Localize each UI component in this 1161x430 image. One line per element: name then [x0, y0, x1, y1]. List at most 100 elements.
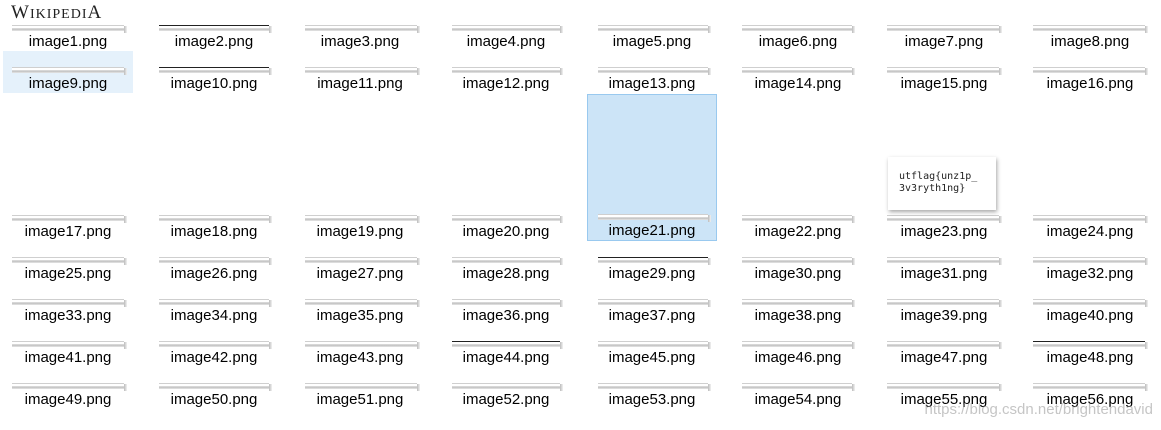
file-item[interactable]: image44.png: [441, 325, 571, 367]
file-name-label: image4.png: [466, 33, 546, 50]
image-strip: [452, 299, 563, 307]
file-item[interactable]: image54.png: [733, 367, 863, 409]
file-name-label: image28.png: [462, 265, 550, 282]
file-item[interactable]: image4.png: [441, 9, 571, 51]
image-strip: [887, 215, 1002, 223]
file-name-label: image1.png: [28, 33, 108, 50]
file-item[interactable]: image5.png: [587, 9, 717, 51]
file-thumbnail: [3, 367, 133, 391]
file-thumbnail: [295, 241, 425, 265]
file-item[interactable]: image32.png: [1025, 241, 1155, 283]
flag-text-line-2: 3v3ryth1ng}: [899, 183, 966, 194]
file-item[interactable]: image53.png: [587, 367, 717, 409]
file-item[interactable]: image12.png: [441, 51, 571, 93]
file-item[interactable]: image28.png: [441, 241, 571, 283]
file-thumbnail: [149, 9, 279, 33]
file-thumbnail: [1025, 131, 1155, 223]
image-strip: [12, 299, 127, 307]
image-strip: [305, 341, 420, 349]
file-thumbnail: [879, 241, 1009, 265]
file-item[interactable]: image47.png: [879, 325, 1009, 367]
file-item[interactable]: image22.png: [733, 131, 863, 241]
image-strip: [887, 299, 1002, 307]
file-item[interactable]: image41.png: [3, 325, 133, 367]
file-item[interactable]: image20.png: [441, 131, 571, 241]
file-thumbnail: [295, 367, 425, 391]
file-item[interactable]: image30.png: [733, 241, 863, 283]
file-item[interactable]: image6.png: [733, 9, 863, 51]
file-item[interactable]: image38.png: [733, 283, 863, 325]
file-item[interactable]: image31.png: [879, 241, 1009, 283]
file-item[interactable]: image51.png: [295, 367, 425, 409]
file-item[interactable]: image25.png: [3, 241, 133, 283]
file-name-label: image5.png: [612, 33, 692, 50]
file-item[interactable]: image19.png: [295, 131, 425, 241]
file-thumbnail: [733, 325, 863, 349]
file-item[interactable]: image40.png: [1025, 283, 1155, 325]
file-name-label: image15.png: [900, 75, 988, 92]
file-item[interactable]: image7.png: [879, 9, 1009, 51]
file-item[interactable]: image33.png: [3, 283, 133, 325]
file-item[interactable]: image52.png: [441, 367, 571, 409]
file-item[interactable]: image1.png: [3, 9, 133, 51]
image-strip: [1033, 341, 1148, 349]
file-item[interactable]: image10.png: [149, 51, 279, 93]
file-item[interactable]: image36.png: [441, 283, 571, 325]
file-item[interactable]: image45.png: [587, 325, 717, 367]
file-thumbnail: [149, 51, 279, 75]
file-item[interactable]: image3.png: [295, 9, 425, 51]
file-item[interactable]: image35.png: [295, 283, 425, 325]
image-strip: [1033, 257, 1148, 265]
file-item[interactable]: image26.png: [149, 241, 279, 283]
file-item[interactable]: image14.png: [733, 51, 863, 93]
file-name-label: image14.png: [754, 75, 842, 92]
file-item[interactable]: image29.png: [587, 241, 717, 283]
image-strip: [1033, 215, 1148, 223]
file-name-label: image26.png: [170, 265, 258, 282]
file-item[interactable]: image18.png: [149, 131, 279, 241]
file-name-label: image12.png: [462, 75, 550, 92]
file-item[interactable]: image34.png: [149, 283, 279, 325]
file-thumbnail: [588, 95, 716, 222]
image-strip: [742, 25, 855, 33]
file-thumbnail: [879, 325, 1009, 349]
file-item[interactable]: image21.png: [587, 94, 717, 241]
file-thumbnail: [1025, 325, 1155, 349]
file-item[interactable]: image39.png: [879, 283, 1009, 325]
file-name-label: image22.png: [754, 223, 842, 240]
file-item[interactable]: image15.png: [879, 51, 1009, 93]
file-item[interactable]: image24.png: [1025, 131, 1155, 241]
file-name-label: image11.png: [317, 75, 403, 92]
file-item[interactable]: image50.png: [149, 367, 279, 409]
file-thumbnail: [149, 367, 279, 391]
image-strip: [159, 383, 272, 391]
file-item[interactable]: image9.png: [3, 51, 133, 93]
file-item[interactable]: image37.png: [587, 283, 717, 325]
image-strip: [887, 257, 1002, 265]
file-thumbnail: [879, 367, 1009, 391]
image-strip: [598, 257, 711, 265]
file-item[interactable]: image49.png: [3, 367, 133, 409]
file-name-label: image44.png: [462, 349, 550, 366]
file-item[interactable]: image43.png: [295, 325, 425, 367]
file-item[interactable]: image42.png: [149, 325, 279, 367]
image-strip: [305, 299, 420, 307]
file-item[interactable]: image17.png: [3, 131, 133, 241]
file-name-label: image53.png: [608, 391, 696, 408]
image-strip: [305, 67, 420, 75]
file-item[interactable]: image13.png: [587, 51, 717, 93]
file-item[interactable]: image8.png: [1025, 9, 1155, 51]
file-name-label: image16.png: [1046, 75, 1134, 92]
file-item[interactable]: image16.png: [1025, 51, 1155, 93]
file-item[interactable]: image27.png: [295, 241, 425, 283]
file-item[interactable]: image11.png: [295, 51, 425, 93]
file-thumbnail: [441, 51, 571, 75]
image-strip: [159, 257, 272, 265]
file-thumbnail: [587, 283, 717, 307]
file-thumbnail: [3, 241, 133, 265]
image-strip: [742, 215, 855, 223]
file-item[interactable]: image46.png: [733, 325, 863, 367]
file-item[interactable]: image48.png: [1025, 325, 1155, 367]
file-item[interactable]: image2.png: [149, 9, 279, 51]
file-name-label: image45.png: [608, 349, 696, 366]
